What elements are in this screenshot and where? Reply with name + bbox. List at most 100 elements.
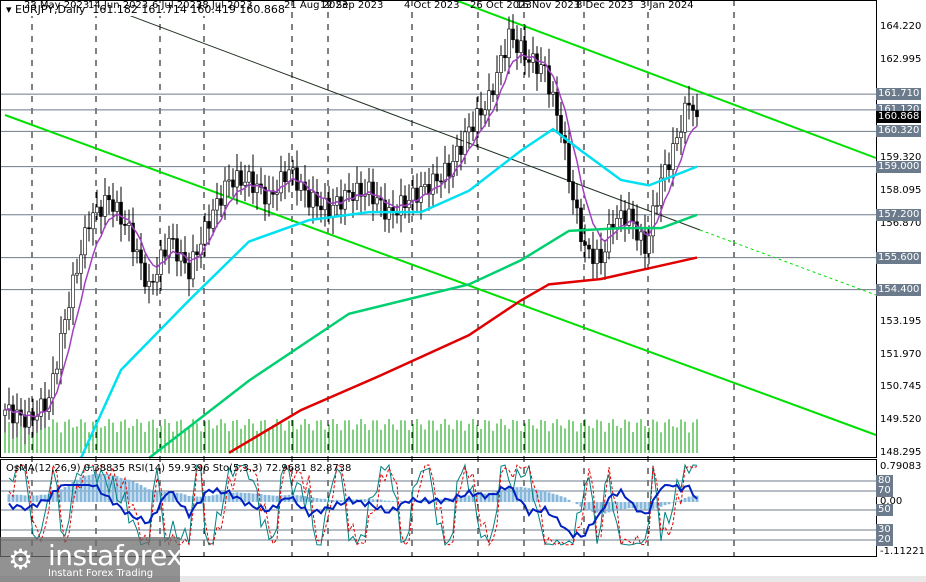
- candle-body: [663, 164, 667, 179]
- candle-body: [223, 180, 227, 206]
- date-label: 12 Sep 2023: [320, 0, 384, 11]
- candle-body: [79, 254, 83, 274]
- osma-bar: [399, 500, 403, 502]
- level-tag: 157.200: [876, 208, 922, 221]
- candle-body: [479, 108, 483, 116]
- level-tag: 159.000: [876, 160, 922, 173]
- candle-body: [119, 201, 123, 225]
- candle-body: [647, 235, 651, 254]
- candle-body: [87, 227, 91, 230]
- candle-body: [191, 251, 195, 280]
- osma-bar: [567, 499, 571, 502]
- candle-body: [103, 195, 107, 217]
- date-label: 28 Jul 2023: [196, 0, 253, 11]
- candle-body: [151, 280, 155, 283]
- price-tick: 150.745: [880, 381, 922, 393]
- osma-bar: [323, 498, 327, 502]
- osma-bar: [387, 500, 391, 502]
- osma-bar: [379, 499, 383, 502]
- date-label: 4 Oct 2023: [404, 0, 460, 11]
- osma-bar: [527, 488, 531, 502]
- candle-body: [423, 184, 427, 188]
- candle-body: [679, 131, 683, 139]
- candle-body: [571, 181, 575, 201]
- osma-bar: [539, 490, 543, 502]
- candle-body: [619, 210, 623, 219]
- osma-bar: [31, 495, 35, 502]
- indicator-level-tag: 20: [876, 534, 893, 546]
- osma-bar: [463, 496, 467, 502]
- osma-bar: [75, 479, 79, 502]
- candle-body: [63, 319, 67, 334]
- candle-body: [219, 198, 223, 206]
- date-label: 6 Jul 2023: [152, 0, 203, 11]
- candle-body: [83, 227, 87, 256]
- osma-bar: [23, 495, 27, 502]
- candle-body: [535, 53, 539, 74]
- candle-body: [59, 333, 63, 370]
- osma-bar: [91, 474, 95, 502]
- osma-bar: [247, 492, 251, 502]
- candle-body: [539, 64, 543, 74]
- ma-144-line: [148, 213, 698, 459]
- osma-bar: [143, 487, 147, 502]
- osma-bar: [643, 502, 647, 510]
- osma-bar: [683, 498, 687, 502]
- candle-body: [163, 249, 167, 257]
- current-price-tag: 160.868: [876, 110, 922, 123]
- candle-body: [43, 398, 47, 412]
- candle-body: [671, 143, 675, 171]
- osma-bar: [575, 502, 579, 505]
- osma-bar: [551, 493, 555, 502]
- candle-body: [71, 274, 75, 309]
- osma-bar: [315, 498, 319, 502]
- ma-50-line: [79, 127, 698, 459]
- candle-body: [295, 167, 299, 191]
- candle-body: [95, 206, 99, 214]
- candle-body: [215, 198, 219, 211]
- osma-bar: [391, 500, 395, 502]
- candle-body: [319, 205, 323, 211]
- osma-bar: [383, 500, 387, 502]
- price-chart[interactable]: [0, 0, 926, 582]
- candle-body: [147, 280, 151, 287]
- candle-body: [435, 173, 439, 182]
- candle-body: [279, 171, 283, 194]
- indicator-header: OsMA(12,26,9) 0.38835 RSI(14) 59.9396 St…: [6, 463, 352, 474]
- osma-bar: [99, 474, 103, 502]
- candle-body: [67, 307, 71, 320]
- osma-bar: [63, 487, 67, 502]
- candle-body: [691, 104, 695, 111]
- osma-bar: [627, 502, 631, 509]
- candle-body: [143, 262, 147, 287]
- indicator-tick: 0.79083: [880, 461, 922, 472]
- candle-body: [491, 90, 495, 96]
- price-tick: 162.995: [880, 53, 922, 65]
- date-label: 23 May 2023: [24, 0, 90, 11]
- candle-body: [55, 368, 59, 375]
- candle-body: [243, 181, 247, 186]
- candle-body: [655, 205, 659, 207]
- osma-bar: [67, 484, 71, 502]
- candle-body: [483, 109, 487, 116]
- candle-body: [643, 231, 647, 254]
- candle-body: [359, 182, 363, 197]
- candle-body: [611, 223, 615, 228]
- candle-body: [239, 170, 243, 186]
- osma-bar: [155, 491, 159, 502]
- osma-bar: [559, 496, 563, 502]
- channel-upper-line: [454, 0, 877, 159]
- osma-bar: [139, 484, 143, 502]
- osma-bar: [211, 495, 215, 502]
- candle-body: [355, 182, 359, 201]
- candle-body: [559, 115, 563, 136]
- osma-bar: [503, 489, 507, 502]
- candle-body: [123, 223, 127, 226]
- osma-bar: [7, 494, 11, 502]
- candle-body: [227, 179, 231, 182]
- indicator-tick: -1.11221: [880, 546, 925, 557]
- osma-bar: [363, 499, 367, 502]
- osma-bar: [507, 487, 511, 502]
- trend-line-extension: [699, 229, 877, 296]
- osma-bar: [675, 501, 679, 502]
